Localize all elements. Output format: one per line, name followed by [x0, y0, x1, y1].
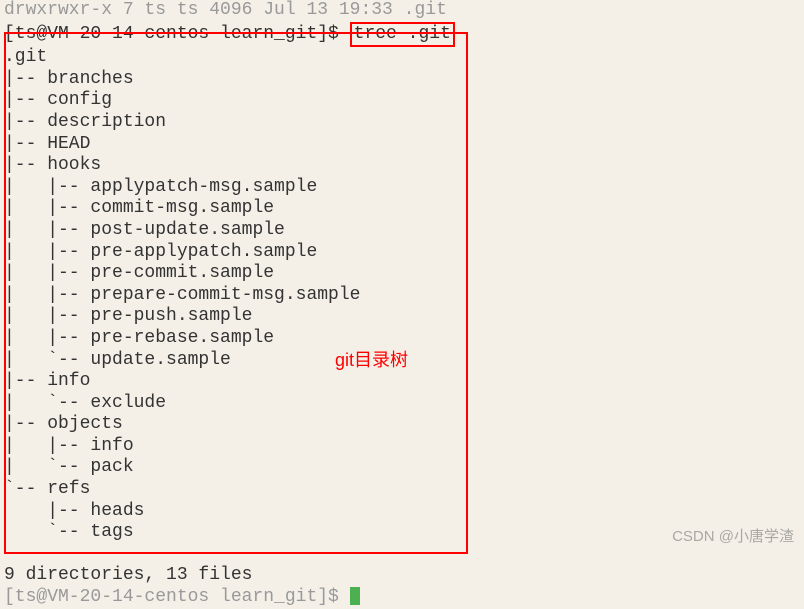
tree-root: .git	[4, 47, 800, 69]
tree-line: | `-- exclude	[4, 393, 800, 415]
cursor-icon	[350, 587, 360, 605]
tree-line: |-- description	[4, 112, 800, 134]
shell-prompt: [ts@VM-20-14-centos learn_git]$	[4, 587, 350, 607]
tree-line: | |-- pre-rebase.sample	[4, 328, 800, 350]
tree-line: | |-- post-update.sample	[4, 220, 800, 242]
tree-summary: 9 directories, 13 files	[4, 565, 800, 587]
tree-line: | |-- pre-push.sample	[4, 306, 800, 328]
tree-line: |-- hooks	[4, 155, 800, 177]
tree-line: |-- info	[4, 371, 800, 393]
prompt-line[interactable]: [ts@VM-20-14-centos learn_git]$ tree .gi…	[4, 22, 800, 48]
ls-output-line: drwxrwxr-x 7 ts ts 4096 Jul 13 19:33 .gi…	[4, 0, 800, 22]
bottom-prompt-line[interactable]: [ts@VM-20-14-centos learn_git]$	[4, 587, 800, 609]
tree-line: |-- heads	[4, 501, 800, 523]
tree-line: | |-- prepare-commit-msg.sample	[4, 285, 800, 307]
terminal-output: drwxrwxr-x 7 ts ts 4096 Jul 13 19:33 .gi…	[0, 0, 804, 609]
tree-line: | |-- info	[4, 436, 800, 458]
command-text: tree .git	[354, 24, 451, 44]
tree-line: | |-- commit-msg.sample	[4, 198, 800, 220]
tree-line: |-- objects	[4, 414, 800, 436]
tree-blank	[4, 544, 800, 566]
tree-line: | |-- pre-commit.sample	[4, 263, 800, 285]
tree-line: |-- config	[4, 90, 800, 112]
tree-line: | |-- applypatch-msg.sample	[4, 177, 800, 199]
tree-line: |-- branches	[4, 69, 800, 91]
tree-line: | |-- pre-applypatch.sample	[4, 242, 800, 264]
command-highlight-box: tree .git	[350, 22, 455, 48]
tree-line: | `-- pack	[4, 457, 800, 479]
shell-prompt: [ts@VM-20-14-centos learn_git]$	[4, 24, 350, 44]
watermark-text: CSDN @小唐学渣	[672, 528, 794, 546]
annotation-label: git目录树	[335, 350, 408, 372]
tree-line: |-- HEAD	[4, 134, 800, 156]
tree-line: `-- refs	[4, 479, 800, 501]
